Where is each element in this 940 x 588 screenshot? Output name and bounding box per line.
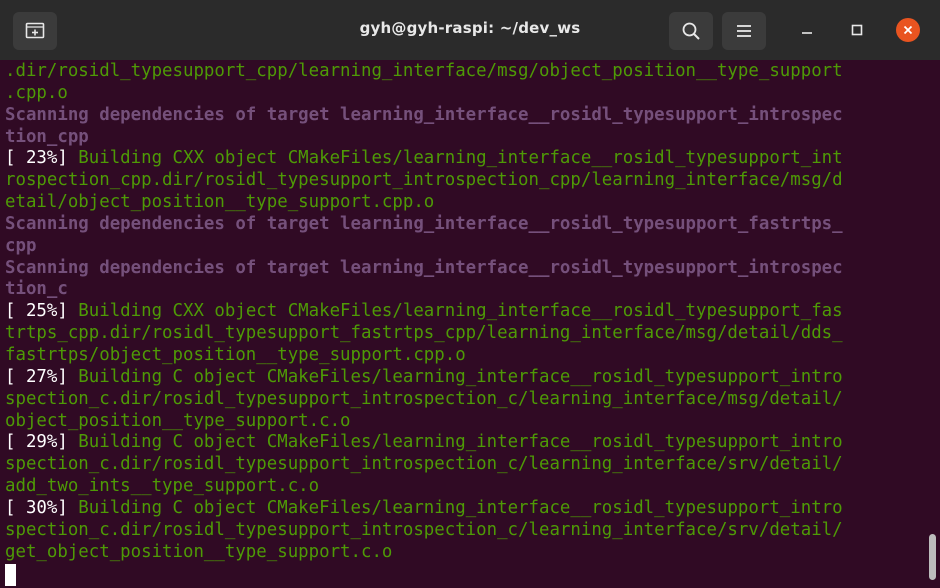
scan-message: Scanning dependencies of target learning… bbox=[5, 257, 843, 278]
terminal-output-area[interactable]: .dir/rosidl_typesupport_cpp/learning_int… bbox=[0, 60, 940, 588]
terminal-line: spection_c.dir/rosidl_typesupport_intros… bbox=[5, 520, 843, 542]
terminal-cursor bbox=[5, 564, 16, 586]
search-button[interactable] bbox=[669, 12, 713, 50]
build-message: get_object_position__type_support.c.o bbox=[5, 541, 393, 562]
scan-message: tion_cpp bbox=[5, 126, 89, 147]
new-tab-icon bbox=[25, 22, 45, 40]
build-message: rospection_cpp.dir/rosidl_typesupport_in… bbox=[5, 170, 843, 191]
close-button[interactable] bbox=[896, 18, 920, 42]
build-progress: [ 27%] bbox=[5, 366, 79, 387]
scan-message: Scanning dependencies of target learning… bbox=[5, 104, 843, 125]
build-progress: [ 30%] bbox=[5, 497, 79, 518]
terminal-line: fastrtps/object_position__type_support.c… bbox=[5, 345, 843, 367]
terminal-line: rospection_cpp.dir/rosidl_typesupport_in… bbox=[5, 170, 843, 192]
build-message: object_position__type_support.c.o bbox=[5, 410, 351, 431]
terminal-line: [ 27%] Building C object CMakeFiles/lear… bbox=[5, 367, 843, 389]
build-message: Building C object CMakeFiles/learning_in… bbox=[78, 366, 843, 387]
close-icon bbox=[902, 21, 914, 40]
terminal-line: [ 23%] Building CXX object CMakeFiles/le… bbox=[5, 148, 843, 170]
maximize-button[interactable] bbox=[845, 18, 869, 42]
scrollbar-thumb[interactable] bbox=[929, 534, 936, 580]
minimize-icon bbox=[801, 21, 813, 40]
build-message: Building C object CMakeFiles/learning_in… bbox=[78, 432, 843, 453]
terminal-window: gyh@gyh-raspi: ~/dev_ws .dir/rosidl_type… bbox=[0, 0, 940, 588]
terminal-output: .dir/rosidl_typesupport_cpp/learning_int… bbox=[5, 61, 843, 563]
menu-button[interactable] bbox=[722, 12, 766, 50]
build-progress: [ 25%] bbox=[5, 301, 79, 322]
terminal-line: .dir/rosidl_typesupport_cpp/learning_int… bbox=[5, 61, 843, 83]
build-progress: [ 23%] bbox=[5, 148, 79, 169]
scan-message: tion_c bbox=[5, 279, 68, 300]
terminal-line: object_position__type_support.c.o bbox=[5, 411, 843, 433]
search-icon bbox=[681, 21, 701, 41]
hamburger-menu-icon bbox=[736, 24, 752, 38]
terminal-line: tion_cpp bbox=[5, 127, 843, 149]
build-message: Building CXX object CMakeFiles/learning_… bbox=[78, 301, 843, 322]
build-message: .dir/rosidl_typesupport_cpp/learning_int… bbox=[5, 61, 843, 81]
terminal-line: tion_c bbox=[5, 279, 843, 301]
build-message: etail/object_position__type_support.cpp.… bbox=[5, 192, 435, 213]
minimize-button[interactable] bbox=[795, 18, 819, 42]
terminal-line: get_object_position__type_support.c.o bbox=[5, 542, 843, 564]
terminal-line: [ 25%] Building CXX object CMakeFiles/le… bbox=[5, 301, 843, 323]
scan-message: cpp bbox=[5, 235, 37, 256]
terminal-line: spection_c.dir/rosidl_typesupport_intros… bbox=[5, 389, 843, 411]
build-message: .cpp.o bbox=[5, 82, 68, 103]
terminal-line: trtps_cpp.dir/rosidl_typesupport_fastrtp… bbox=[5, 323, 843, 345]
build-message: Building CXX object CMakeFiles/learning_… bbox=[78, 148, 843, 169]
terminal-line: spection_c.dir/rosidl_typesupport_intros… bbox=[5, 454, 843, 476]
terminal-line: cpp bbox=[5, 236, 843, 258]
terminal-line: etail/object_position__type_support.cpp.… bbox=[5, 192, 843, 214]
maximize-icon bbox=[851, 21, 863, 40]
title-bar[interactable]: gyh@gyh-raspi: ~/dev_ws bbox=[0, 0, 940, 60]
terminal-line: .cpp.o bbox=[5, 83, 843, 105]
build-message: spection_c.dir/rosidl_typesupport_intros… bbox=[5, 388, 843, 409]
build-message: spection_c.dir/rosidl_typesupport_intros… bbox=[5, 454, 843, 475]
build-progress: [ 29%] bbox=[5, 432, 79, 453]
scan-message: Scanning dependencies of target learning… bbox=[5, 213, 843, 234]
terminal-line: Scanning dependencies of target learning… bbox=[5, 214, 843, 236]
terminal-line: Scanning dependencies of target learning… bbox=[5, 105, 843, 127]
build-message: spection_c.dir/rosidl_typesupport_intros… bbox=[5, 519, 843, 540]
build-message: fastrtps/object_position__type_support.c… bbox=[5, 344, 466, 365]
build-message: Building C object CMakeFiles/learning_in… bbox=[78, 497, 843, 518]
terminal-line: [ 30%] Building C object CMakeFiles/lear… bbox=[5, 498, 843, 520]
new-tab-button[interactable] bbox=[13, 12, 57, 50]
terminal-line: add_two_ints__type_support.c.o bbox=[5, 476, 843, 498]
terminal-line: [ 29%] Building C object CMakeFiles/lear… bbox=[5, 432, 843, 454]
build-message: trtps_cpp.dir/rosidl_typesupport_fastrtp… bbox=[5, 323, 843, 344]
build-message: add_two_ints__type_support.c.o bbox=[5, 476, 320, 497]
terminal-line: Scanning dependencies of target learning… bbox=[5, 258, 843, 280]
